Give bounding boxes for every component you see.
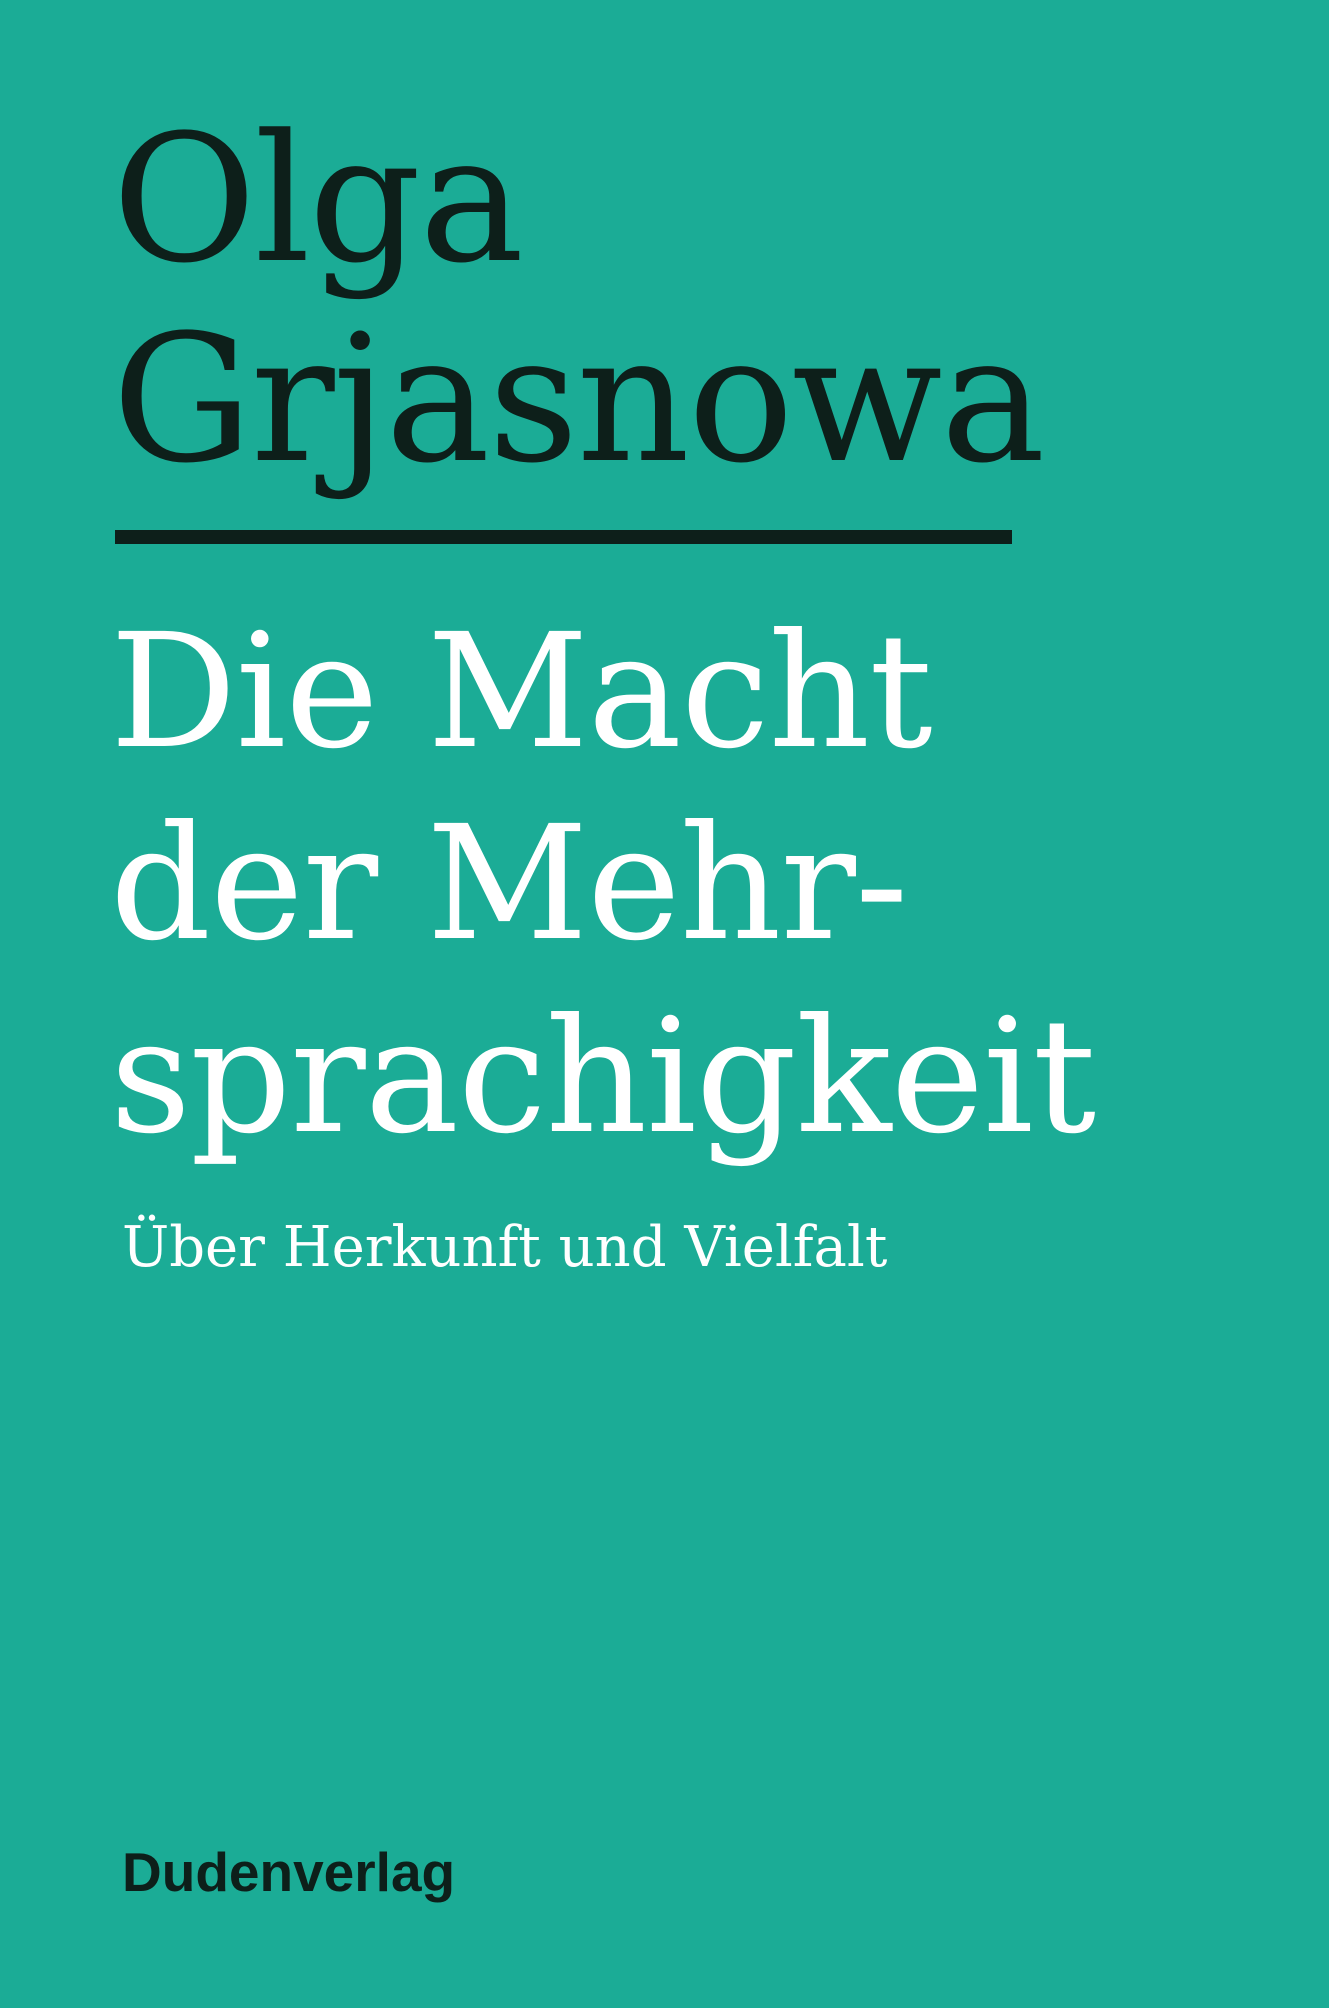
author-last-name: Grjasnowa (112, 297, 1045, 502)
title-line-2: der Mehr- (110, 792, 908, 976)
title-line-1: Die Macht (110, 600, 933, 784)
publisher-logo: Dudenverlag (122, 1841, 456, 1903)
title-line-3: sprachigkeit (110, 985, 1096, 1169)
book-cover: Olga Grjasnowa Die Macht der Mehr- sprac… (0, 0, 1329, 2008)
author-first-name: Olga (112, 97, 524, 302)
divider-rule (115, 530, 1012, 544)
subtitle: Über Herkunft und Vielfalt (122, 1215, 888, 1280)
